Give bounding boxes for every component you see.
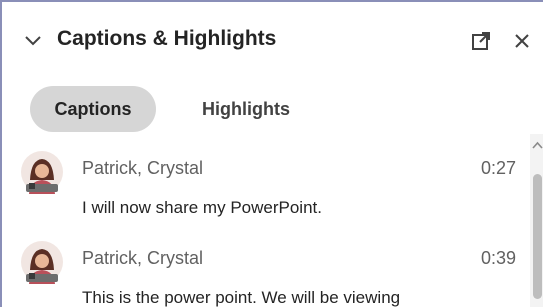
captions-list: Patrick, Crystal 0:27 I will now share m… [2,134,530,307]
panel-title: Captions & Highlights [57,27,277,50]
caption-sender: Patrick, Crystal [82,248,204,268]
panel-header: Captions & Highlights [2,2,543,80]
caption-text: This is the power point. We will be view… [82,288,401,307]
caption-timestamp: 0:39 [480,248,516,268]
scrollbar[interactable] [530,134,543,307]
caption-item: Patrick, Crystal 0:27 I will now share m… [2,142,530,232]
avatar-icon [21,151,63,194]
tab-captions[interactable]: Captions [30,86,156,132]
caption-timestamp: 0:27 [480,158,516,178]
captions-highlights-panel: Captions & Highlights Captions Highlight… [0,0,543,307]
close-icon[interactable] [511,30,533,52]
pop-out-icon[interactable] [470,30,492,52]
caption-text: I will now share my PowerPoint. [82,198,322,217]
tab-highlights[interactable]: Highlights [176,86,316,132]
caption-sender: Patrick, Crystal [82,158,204,178]
chevron-down-icon[interactable] [22,30,44,52]
scroll-up-arrow-icon[interactable] [531,140,543,150]
avatar-icon [21,241,63,284]
caption-item: Patrick, Crystal 0:39 This is the power … [2,232,530,307]
scrollbar-thumb[interactable] [533,174,542,299]
